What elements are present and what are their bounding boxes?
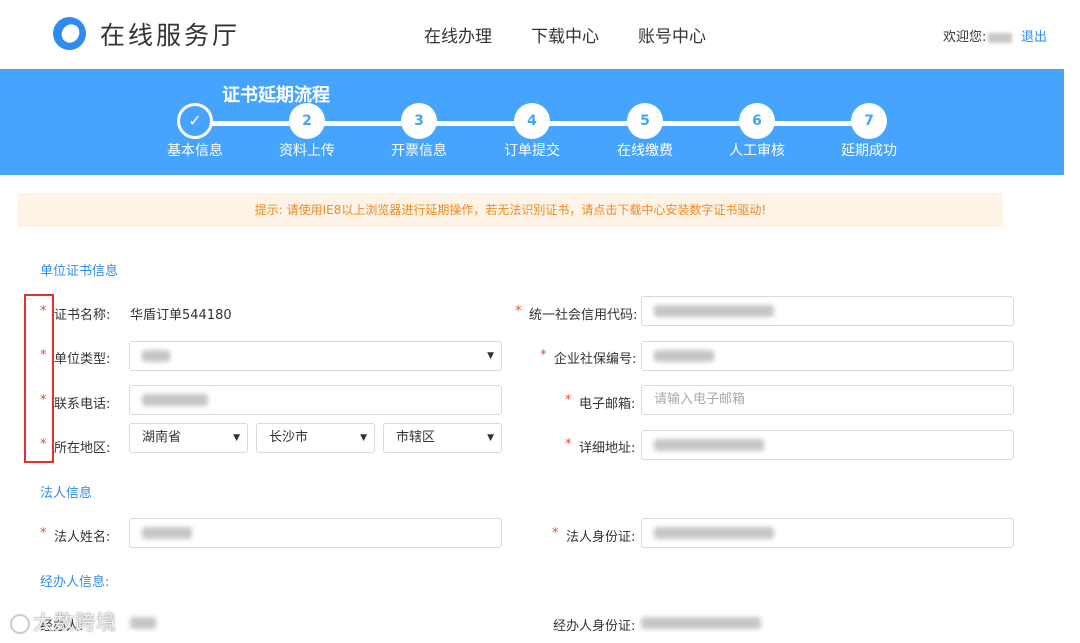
nav-online-handle[interactable]: 在线办理 (424, 22, 492, 47)
step-number: 2 (289, 103, 325, 139)
unit-type-select[interactable]: ▼ (129, 341, 502, 371)
check-icon: ✓ (177, 103, 213, 139)
section-title-cert: 单位证书信息 (40, 264, 119, 279)
watermark-icon (10, 613, 30, 634)
region-label: 所在地区: (54, 441, 111, 456)
unit-type-label: 单位类型: (54, 352, 111, 367)
required-mark: * (515, 304, 522, 319)
email-input[interactable]: 请输入电子邮箱 (641, 385, 1014, 415)
step-number: 5 (627, 103, 663, 139)
step-order-submit: 4 订单提交 (482, 103, 582, 160)
address-input[interactable] (641, 430, 1014, 460)
step-number: 3 (401, 103, 437, 139)
required-mark: * (540, 348, 547, 363)
district-select[interactable]: 市辖区 ▼ (383, 423, 502, 453)
required-mark: * (40, 526, 47, 541)
credit-code-input[interactable] (641, 296, 1014, 326)
process-banner: 证书延期流程 ✓ 基本信息 2 资料上传 3 开票信息 4 订单提交 5 在线缴… (0, 69, 1064, 175)
top-header: 在线服务厅 在线办理 下载中心 账号中心 欢迎您: 退出 (0, 0, 1080, 68)
redacted-value (130, 617, 156, 629)
site-title: 在线服务厅 (100, 21, 241, 50)
redacted-value (654, 526, 774, 539)
step-success: 7 延期成功 (819, 103, 919, 160)
legal-id-label: 法人身份证: (566, 530, 636, 545)
step-label: 资料上传 (279, 143, 335, 159)
credit-code-label: 统一社会信用代码: (529, 308, 638, 323)
legal-name-input[interactable] (129, 518, 502, 548)
redacted-value (142, 349, 170, 362)
watermark-text: 大数跨境 (33, 610, 117, 634)
step-upload: 2 资料上传 (257, 103, 357, 160)
step-payment: 5 在线缴费 (595, 103, 695, 160)
legal-name-label: 法人姓名: (54, 530, 111, 545)
step-invoice: 3 开票信息 (369, 103, 469, 160)
province-value: 湖南省 (142, 430, 182, 445)
province-select[interactable]: 湖南省 ▼ (129, 423, 248, 453)
highlight-box (24, 294, 54, 463)
redacted-value (654, 349, 714, 362)
email-placeholder: 请输入电子邮箱 (654, 392, 746, 407)
step-label: 基本信息 (167, 143, 223, 159)
step-label: 开票信息 (391, 143, 447, 159)
phone-label: 联系电话: (54, 397, 111, 412)
required-mark: * (565, 393, 572, 408)
section-title-agent: 经办人信息: (40, 575, 110, 590)
required-mark: * (565, 437, 572, 452)
nav-download-center[interactable]: 下载中心 (531, 22, 599, 47)
chevron-down-icon: ▼ (487, 433, 494, 443)
step-number: 4 (514, 103, 550, 139)
required-mark: * (552, 526, 559, 541)
address-label: 详细地址: (579, 441, 636, 456)
redacted-value (654, 438, 764, 451)
step-review: 6 人工审核 (707, 103, 807, 160)
agent-id-label: 经办人身份证: (553, 619, 636, 634)
logo-icon (53, 17, 86, 50)
step-label: 人工审核 (729, 143, 785, 159)
logout-link[interactable]: 退出 (1021, 26, 1047, 45)
chevron-down-icon: ▼ (233, 433, 240, 443)
welcome-text: 欢迎您: (943, 26, 1013, 45)
step-number: 7 (851, 103, 887, 139)
welcome-label: 欢迎您: (943, 30, 987, 45)
step-label: 延期成功 (841, 143, 897, 159)
watermark: 大数跨境 (10, 606, 117, 635)
step-label: 在线缴费 (617, 143, 673, 159)
step-basic-info: ✓ 基本信息 (145, 103, 245, 160)
district-value: 市辖区 (396, 430, 436, 445)
step-number: 6 (739, 103, 775, 139)
legal-id-input[interactable] (641, 518, 1014, 548)
redacted-value (142, 393, 208, 406)
nav-account-center[interactable]: 账号中心 (638, 22, 706, 47)
cert-name-label: 证书名称: (54, 308, 111, 323)
cert-name-value: 华盾订单544180 (130, 308, 232, 323)
browser-notice: 提示: 请使用IE8以上浏览器进行延期操作，若无法识别证书，请点击下载中心安装数… (18, 193, 1003, 227)
social-no-label: 企业社保编号: (554, 352, 637, 367)
section-title-legal: 法人信息 (40, 486, 93, 501)
step-label: 订单提交 (504, 143, 560, 159)
username-redacted (988, 32, 1013, 43)
email-label: 电子邮箱: (579, 397, 636, 412)
city-select[interactable]: 长沙市 ▼ (256, 423, 375, 453)
chevron-down-icon: ▼ (360, 433, 367, 443)
redacted-value (641, 617, 761, 629)
city-value: 长沙市 (269, 430, 309, 445)
chevron-down-icon: ▼ (487, 351, 494, 361)
social-no-input[interactable] (641, 341, 1014, 371)
phone-input[interactable] (129, 385, 502, 415)
redacted-value (142, 526, 192, 539)
redacted-value (654, 304, 774, 317)
